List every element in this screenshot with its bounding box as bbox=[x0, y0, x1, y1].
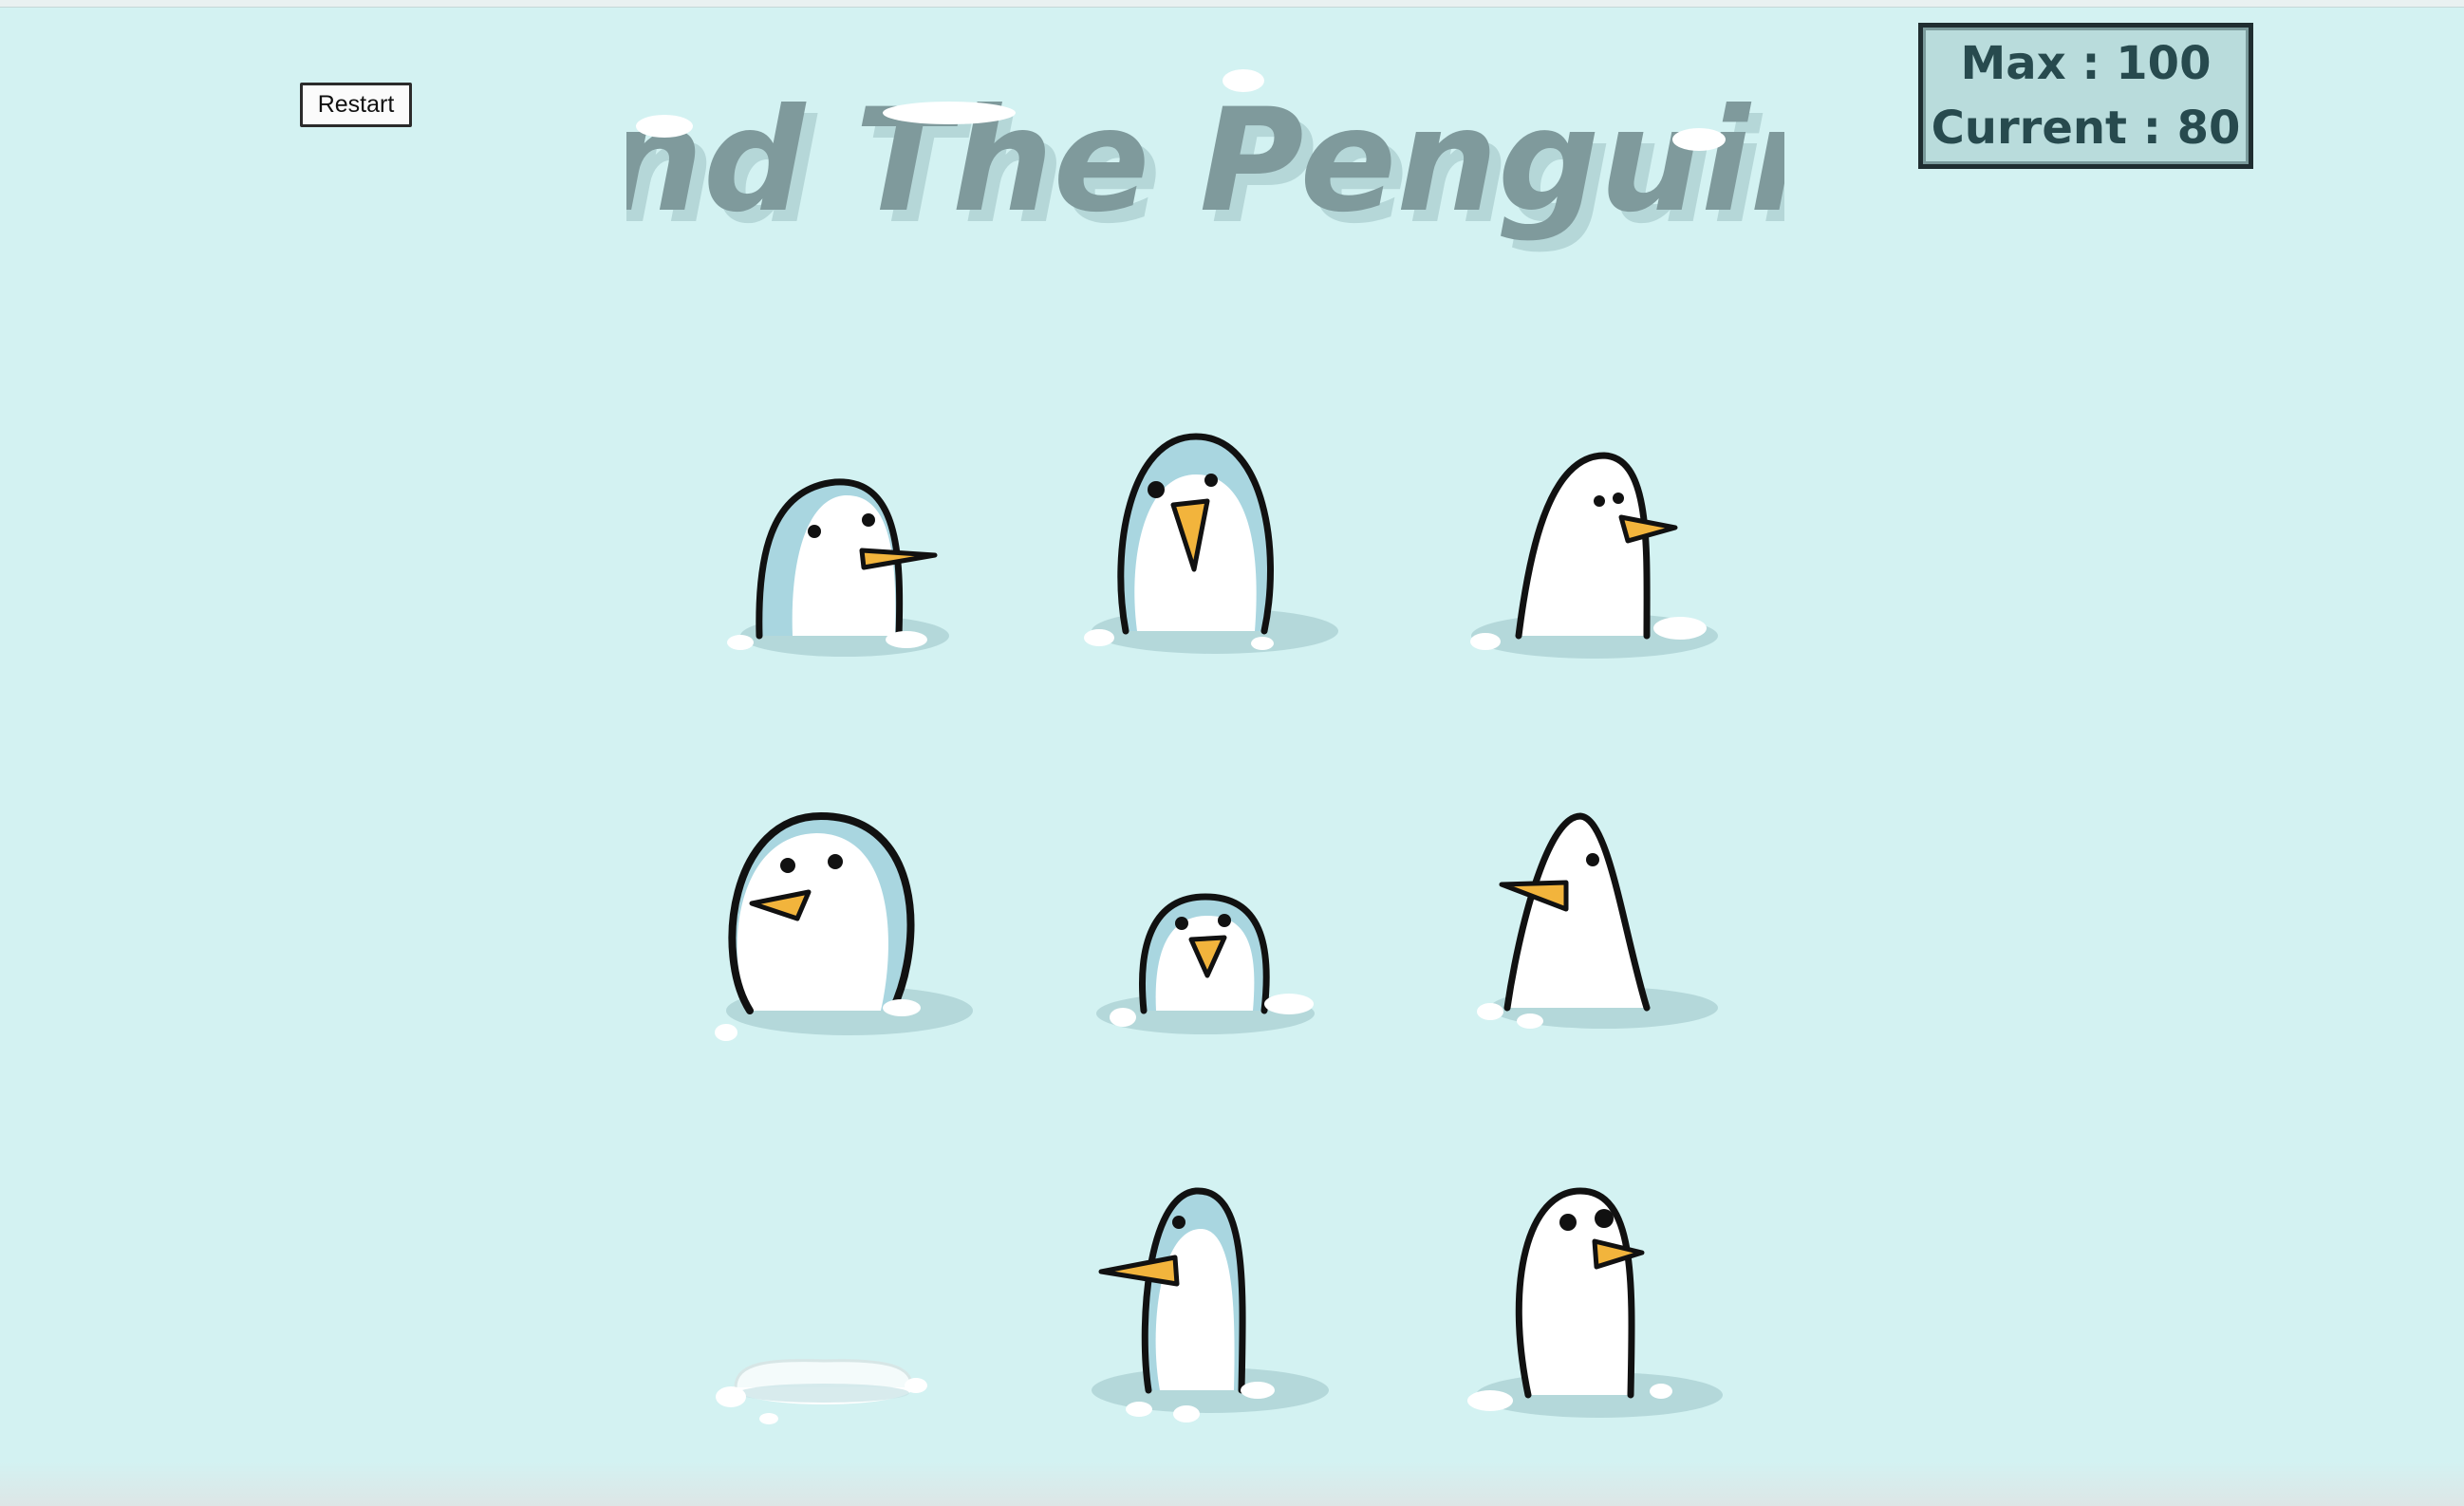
score-panel: Max : 100 Current : 80 bbox=[1918, 23, 2253, 169]
current-score: Current : 80 bbox=[1931, 102, 2241, 155]
game-title: Find The Penguins Find The Penguins bbox=[626, 69, 1784, 255]
penguin-icon bbox=[727, 478, 949, 657]
restart-button[interactable]: Restart bbox=[300, 83, 412, 127]
penguin-icon bbox=[1096, 893, 1315, 1034]
penguin-icon bbox=[1467, 1187, 1723, 1418]
max-score: Max : 100 bbox=[1960, 37, 2212, 90]
grid-cell-5[interactable] bbox=[1063, 797, 1348, 1082]
empty-hole-icon bbox=[716, 1359, 927, 1424]
penguin-icon bbox=[715, 811, 973, 1041]
grid-cell-8[interactable] bbox=[1054, 1139, 1338, 1423]
grid-cell-6[interactable] bbox=[1452, 797, 1737, 1082]
browser-top-edge bbox=[0, 0, 2464, 8]
grid-cell-1[interactable] bbox=[702, 418, 987, 702]
grid-cell-7[interactable] bbox=[693, 1196, 978, 1480]
penguin-icon bbox=[1477, 812, 1718, 1029]
penguin-icon bbox=[1092, 1187, 1329, 1422]
game-title-text: Find The Penguins bbox=[626, 79, 1784, 244]
page-bottom-edge bbox=[0, 1461, 2464, 1506]
penguin-icon bbox=[1470, 452, 1718, 659]
grid-cell-3[interactable] bbox=[1452, 418, 1737, 702]
grid-cell-2[interactable] bbox=[1054, 418, 1338, 702]
penguin-icon bbox=[1084, 433, 1338, 654]
grid-cell-4[interactable] bbox=[693, 797, 978, 1082]
grid-cell-9[interactable] bbox=[1452, 1139, 1737, 1423]
